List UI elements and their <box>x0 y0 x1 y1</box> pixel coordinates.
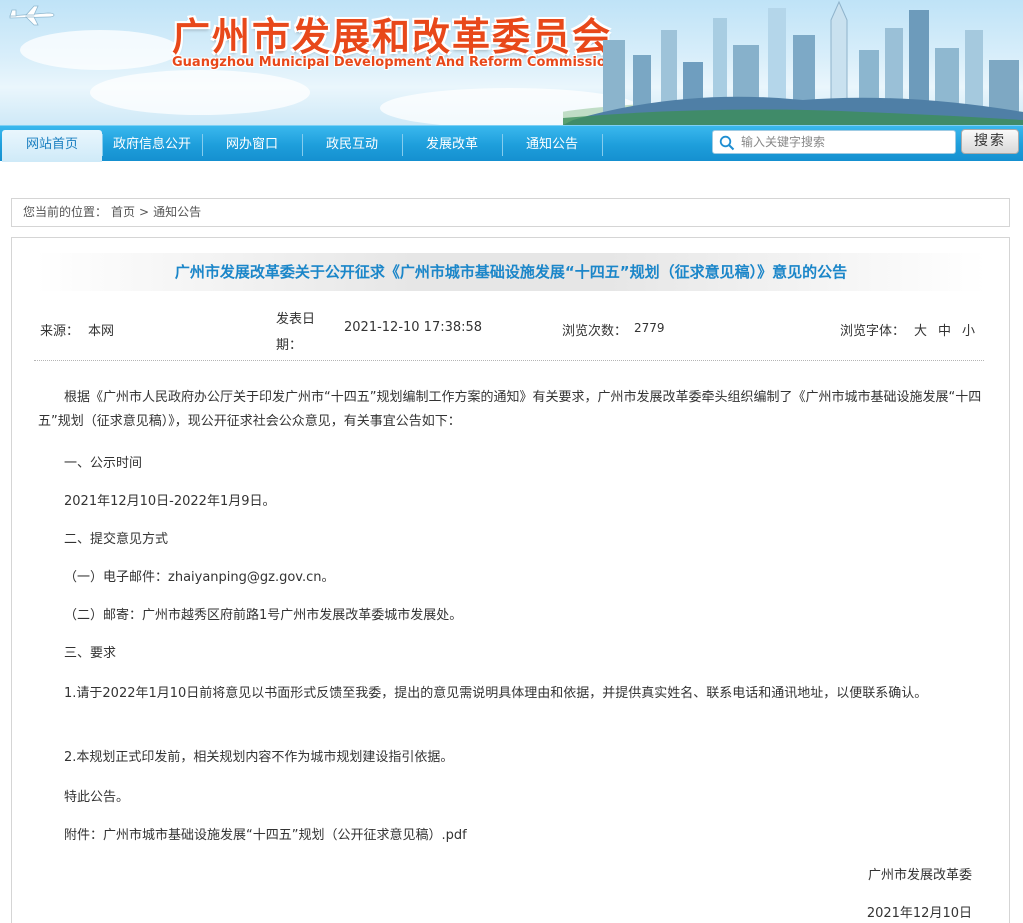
mail-paragraph: （二）邮寄：广州市越秀区府前路1号广州市发展改革委城市发展处。 <box>64 608 463 623</box>
breadcrumb-prefix: 您当前的位置： <box>23 205 108 219</box>
search-icon <box>719 135 735 151</box>
search-box <box>712 130 956 154</box>
signature-date: 2021年12月10日 <box>866 906 972 921</box>
site-banner: 广州市发展和改革委员会 Guangzhou Municipal Developm… <box>0 0 1023 125</box>
site-subtitle: Guangzhou Municipal Development And Refo… <box>172 55 616 70</box>
font-size-large-button[interactable]: 大 <box>914 320 927 339</box>
meta-views-label: 浏览次数： <box>562 324 628 339</box>
breadcrumb: 您当前的位置： 首页 > 通知公告 <box>11 198 1010 227</box>
breadcrumb-home-link[interactable]: 首页 <box>111 205 135 219</box>
meta-source-label: 来源： <box>40 324 80 339</box>
article-title-bar: 广州市发展改革委关于公开征求《广州市城市基础设施发展“十四五”规划（征求意见稿）… <box>36 253 986 291</box>
breadcrumb-separator: > <box>139 205 150 219</box>
article-title: 广州市发展改革委关于公开征求《广州市城市基础设施发展“十四五”规划（征求意见稿）… <box>174 263 848 281</box>
article-meta: 来源： 本网 发表日 期： 2021-12-10 17:38:58 浏览次数： … <box>40 308 985 358</box>
nav-item-home[interactable]: 网站首页 <box>2 130 102 162</box>
font-size-small-button[interactable]: 小 <box>962 320 975 339</box>
nav-item-notices[interactable]: 通知公告 <box>502 130 602 162</box>
meta-source-value: 本网 <box>88 324 115 339</box>
intro-paragraph: 根据《广州市人民政府办公厅关于印发广州市“十四五”规划编制工作方案的通知》有关要… <box>38 390 982 429</box>
article-container: 广州市发展改革委关于公开征求《广州市城市基础设施发展“十四五”规划（征求意见稿）… <box>11 237 1010 923</box>
attachment-link[interactable]: 附件：广州市城市基础设施发展“十四五”规划（公开征求意见稿）.pdf <box>38 824 986 848</box>
meta-divider <box>34 360 984 361</box>
meta-date-label: 发表日 <box>276 312 316 327</box>
nav-item-interaction[interactable]: 政民互动 <box>302 130 402 162</box>
requirement-paragraph: 1.请于2022年1月10日前将意见以书面形式反馈至我委，提出的意见需说明具体理… <box>64 686 928 701</box>
meta-views-value: 2779 <box>634 321 665 335</box>
section-heading: 三、要求 <box>64 646 117 661</box>
cloud-decoration <box>90 70 310 115</box>
breadcrumb-current-link[interactable]: 通知公告 <box>153 205 201 219</box>
email-paragraph: （一）电子邮件：zhaiyanping@gz.gov.cn。 <box>64 570 335 585</box>
search-button[interactable]: 搜索 <box>961 129 1019 154</box>
site-title: 广州市发展和改革委员会 <box>172 15 613 59</box>
cloud-decoration <box>20 30 180 70</box>
airplane-icon <box>9 5 55 26</box>
nav-item-online-service[interactable]: 网办窗口 <box>202 130 302 162</box>
city-skyline-image <box>563 0 1023 125</box>
meta-date-label-cont: 期： <box>276 338 303 353</box>
meta-font-label: 浏览字体： <box>840 324 906 339</box>
section-heading: 二、提交意见方式 <box>64 532 169 547</box>
body-paragraph: 2021年12月10日-2022年1月9日。 <box>64 494 276 509</box>
nav-item-development[interactable]: 发展改革 <box>402 130 502 162</box>
nav-item-gov-info[interactable]: 政府信息公开 <box>102 130 202 162</box>
closing-paragraph: 特此公告。 <box>64 790 130 805</box>
signature: 广州市发展改革委 <box>867 868 972 883</box>
nav-divider <box>602 134 603 156</box>
font-size-medium-button[interactable]: 中 <box>938 320 951 339</box>
section-heading: 一、公示时间 <box>64 456 143 471</box>
search-input[interactable] <box>741 133 951 151</box>
requirement-paragraph: 2.本规划正式印发前，相关规划内容不作为城市规划建设指引依据。 <box>64 750 454 765</box>
meta-date-value: 2021-12-10 17:38:58 <box>344 320 483 335</box>
